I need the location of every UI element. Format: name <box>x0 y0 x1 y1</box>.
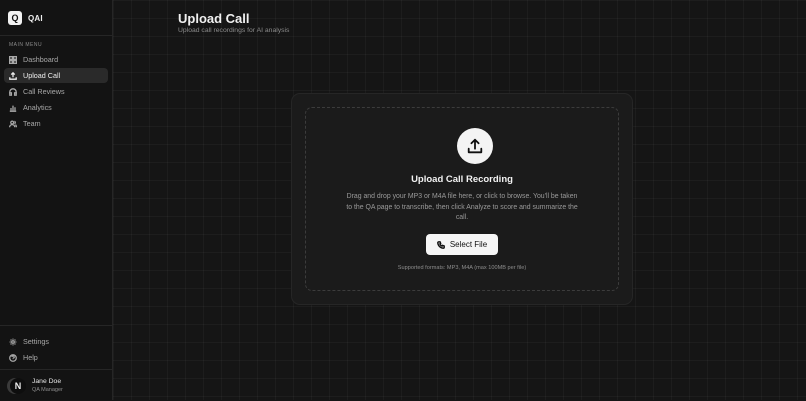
grid-icon <box>9 55 17 64</box>
sidebar-item-label: Team <box>23 119 41 128</box>
upload-description: Drag and drop your MP3 or M4A file here,… <box>346 193 578 221</box>
help-icon <box>9 353 17 362</box>
sidebar-item-team[interactable]: Team <box>4 116 108 131</box>
sidebar-item-label: Settings <box>23 337 49 346</box>
app-logo: Q <box>8 11 22 25</box>
sidebar-item-call-reviews[interactable]: Call Reviews <box>4 84 108 99</box>
phone-icon <box>436 240 445 249</box>
avatar: N <box>10 377 26 394</box>
supported-formats-note: Supported formats: MP3, M4A (max 100MB p… <box>397 265 527 271</box>
sidebar-item-label: Dashboard <box>23 55 59 64</box>
users-icon <box>9 119 17 127</box>
select-file-label: Select File <box>449 240 488 249</box>
app-root: Q QAI MAIN MENU Dashboard Upload Call Ca… <box>0 0 806 400</box>
headphones-icon <box>9 87 17 96</box>
user-role: QA Manager <box>32 387 63 393</box>
sidebar-item-label: Analytics <box>23 103 52 112</box>
gear-icon <box>9 338 17 345</box>
page-subtitle: Upload call recordings for AI analysis <box>178 27 290 34</box>
sidebar-item-label: Help <box>23 353 38 362</box>
sidebar: Q QAI MAIN MENU Dashboard Upload Call Ca… <box>0 0 113 400</box>
sidebar-item-upload-call[interactable]: Upload Call <box>4 68 108 83</box>
app-name: QAI <box>28 13 43 23</box>
sidebar-bottom: Settings Help <box>0 325 112 366</box>
upload-card: Upload Call Recording Drag and drop your… <box>291 93 633 305</box>
sidebar-item-dashboard[interactable]: Dashboard <box>4 52 108 67</box>
section-label-main-menu: MAIN MENU <box>9 42 43 48</box>
sidebar-item-label: Call Reviews <box>23 87 65 96</box>
upload-icon <box>467 138 483 154</box>
brand[interactable]: Q QAI <box>0 0 112 30</box>
upload-heading: Upload Call Recording <box>411 174 513 185</box>
bar-chart-icon <box>9 105 17 112</box>
user-info: Jane Doe QA Manager <box>32 378 63 393</box>
sidebar-item-help[interactable]: Help <box>4 350 108 365</box>
sidebar-item-analytics[interactable]: Analytics <box>4 100 108 115</box>
upload-icon-circle <box>457 128 493 164</box>
upload-icon <box>9 71 17 80</box>
user-name: Jane Doe <box>32 378 62 385</box>
sidebar-item-settings[interactable]: Settings <box>4 334 108 349</box>
user-profile[interactable]: N Jane Doe QA Manager <box>0 369 112 401</box>
main-content: Upload Call Upload call recordings for A… <box>113 0 806 400</box>
select-file-button[interactable]: Select File <box>426 234 498 255</box>
dropzone[interactable]: Upload Call Recording Drag and drop your… <box>305 107 619 291</box>
sidebar-item-label: Upload Call <box>23 71 61 80</box>
page-title: Upload Call <box>178 11 250 26</box>
